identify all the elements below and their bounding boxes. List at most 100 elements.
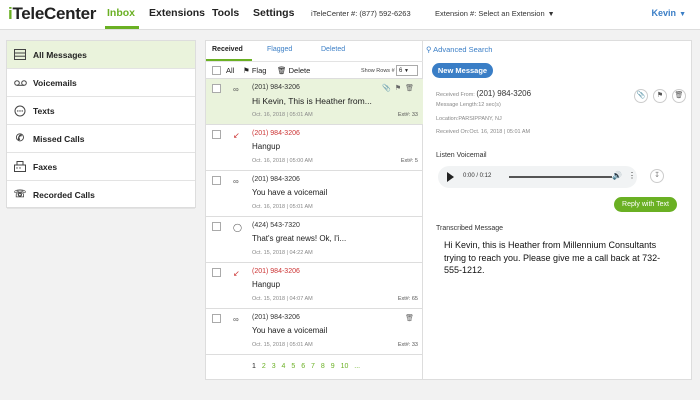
sidebar-item-label: Recorded Calls [33,189,95,200]
logo[interactable]: iTeleCenter [8,4,96,24]
message-length: Message Length:12 sec(s) [436,102,501,108]
mailbox-icon [13,49,27,61]
row-checkbox[interactable] [212,314,221,323]
advanced-search-link[interactable]: ⚲ Advanced Search [426,45,492,54]
new-message-button[interactable]: New Message [432,63,493,78]
received-from: Received From: (201) 984-3206 [436,89,531,98]
message-date: Oct. 16, 2018 | 05:00 AM [252,158,313,164]
select-all-checkbox[interactable] [212,66,221,75]
tab-flagged[interactable]: Flagged [267,46,292,53]
trash-icon[interactable]: 🗑 [405,85,418,92]
listen-voicemail-title: Listen Voicemail [436,152,487,159]
flag-button[interactable]: ⚑ Flag [243,66,266,75]
attachment-icon[interactable]: 📎 [382,85,395,92]
voicemail-icon: ∞ [233,315,239,324]
user-menu[interactable]: Kevin ▼ [652,8,686,18]
extension-select[interactable]: Extension #: Select an Extension ▼ [435,9,555,18]
sidebar-item-label: Faxes [33,161,58,172]
message-row[interactable]: ∞ (201) 984-3206 📎⚑🗑 Hi Kevin, This is H… [206,79,423,125]
row-actions: 📎⚑🗑 [382,84,418,92]
sidebar-item-label: All Messages [33,49,87,60]
nav-settings[interactable]: Settings [253,7,294,19]
message-ext: Ext#: 33 [397,342,418,348]
audio-progress[interactable] [509,176,612,178]
extension-select-text: Extension #: Select an Extension [435,9,545,18]
sidebar-item-voicemails[interactable]: Voicemails [7,69,195,97]
trash-icon[interactable]: 🗑 [672,89,686,103]
list-toolbar: All ⚑ Flag 🗑 Delete Show Rows # 6 ▼ [206,61,423,79]
row-checkbox[interactable] [212,268,221,277]
message-row[interactable]: ◯ (424) 543-7320 That's great news! Ok, … [206,217,423,263]
audio-player[interactable]: 0:00 / 0:12 🔊 ⋮ [438,166,637,188]
account-number: iTeleCenter #: (877) 592-6263 [311,9,411,18]
nav-active-underline [105,26,139,29]
message-row[interactable]: ↙ (201) 984-3206 Hangup Oct. 15, 2018 | … [206,263,423,309]
delete-label: Delete [288,66,311,75]
attachment-icon[interactable]: 📎 [634,89,648,103]
nav-inbox[interactable]: Inbox [107,7,135,19]
delete-button[interactable]: 🗑 Delete [277,66,310,75]
sidebar-item-recorded-calls[interactable]: ☏ Recorded Calls [7,181,195,209]
rows-label: Show Rows # [361,68,395,74]
rows-value: 6 [399,68,403,74]
download-icon[interactable]: ↧ [650,169,664,183]
message-date: Oct. 16, 2018 | 05:01 AM [252,204,313,210]
message-phone: (201) 984-3206 [252,176,300,183]
current-page: 1 [252,363,256,370]
location: Location:PARSIPPANY, NJ [436,116,502,122]
message-preview: Hi Kevin, This is Heather from... [252,96,372,106]
row-checkbox[interactable] [212,222,221,231]
message-phone: (201) 984-3206 [252,130,300,137]
trash-icon[interactable]: 🗑 [405,315,418,322]
select-all-label: All [226,66,235,75]
row-checkbox[interactable] [212,84,221,93]
voicemail-icon: ∞ [233,85,239,94]
tab-received[interactable]: Received [212,46,243,53]
flag-icon[interactable]: ⚑ [653,89,667,103]
sidebar-item-label: Missed Calls [33,133,85,144]
chat-icon: ◯ [233,223,242,232]
tab-deleted[interactable]: Deleted [321,46,345,53]
more-options-icon[interactable]: ⋮ [628,171,636,180]
row-checkbox[interactable] [212,130,221,139]
account-number-text: iTeleCenter #: (877) 592-6263 [311,9,411,18]
message-row[interactable]: ∞ (201) 984-3206 You have a voicemail Oc… [206,171,423,217]
nav-tools[interactable]: Tools [212,7,239,19]
sidebar-item-missed-calls[interactable]: ✆ Missed Calls [7,125,195,153]
missed-call-icon: ↙ [233,131,240,140]
message-phone: (201) 984-3206 [252,268,300,275]
message-date: Oct. 15, 2018 | 04:22 AM [252,250,313,256]
message-tabs: Received Flagged Deleted [206,41,423,61]
sidebar-item-all-messages[interactable]: All Messages [7,41,195,69]
sidebar-item-faxes[interactable]: Faxes [7,153,195,181]
nav-extensions[interactable]: Extensions [149,7,205,19]
page-links[interactable]: 2 3 4 5 6 7 8 9 10 ... [262,363,360,370]
message-date: Oct. 15, 2018 | 05:01 AM [252,342,313,348]
flag-icon[interactable]: ⚑ [395,85,405,92]
rows-select[interactable]: 6 ▼ [396,65,418,76]
top-bar: iTeleCenter Inbox Extensions Tools Setti… [0,0,700,30]
transcribed-message-title: Transcribed Message [436,225,504,232]
search-icon: ⚲ [426,45,432,54]
message-row[interactable]: ↙ (201) 984-3206 Hangup Oct. 16, 2018 | … [206,125,423,171]
received-from-label: Received From: [436,92,475,98]
volume-icon[interactable]: 🔊 [612,171,622,180]
message-date: Oct. 16, 2018 | 05:01 AM [252,112,313,118]
sidebar-item-texts[interactable]: Texts [7,97,195,125]
chevron-down-icon: ▼ [404,68,409,74]
pagination[interactable]: 1 2 3 4 5 6 7 8 9 10 ... [252,363,360,370]
sidebar-item-label: Texts [33,105,55,116]
transcribed-message: Hi Kevin, this is Heather from Millenniu… [444,240,661,275]
message-phone: (424) 543-7320 [252,222,300,229]
row-checkbox[interactable] [212,176,221,185]
play-icon[interactable] [447,172,454,182]
logo-text: TeleCenter [12,4,97,23]
message-phone: (201) 984-3206 [252,314,300,321]
reply-with-text-button[interactable]: Reply with Text [614,197,677,212]
message-preview: Hangup [252,142,281,151]
message-list: ∞ (201) 984-3206 📎⚑🗑 Hi Kevin, This is H… [206,79,423,355]
message-row[interactable]: ∞ (201) 984-3206 🗑 You have a voicemail … [206,309,423,355]
fax-icon [13,161,27,173]
message-phone: (201) 984-3206 [252,84,300,91]
advanced-search-label: Advanced Search [433,45,493,54]
